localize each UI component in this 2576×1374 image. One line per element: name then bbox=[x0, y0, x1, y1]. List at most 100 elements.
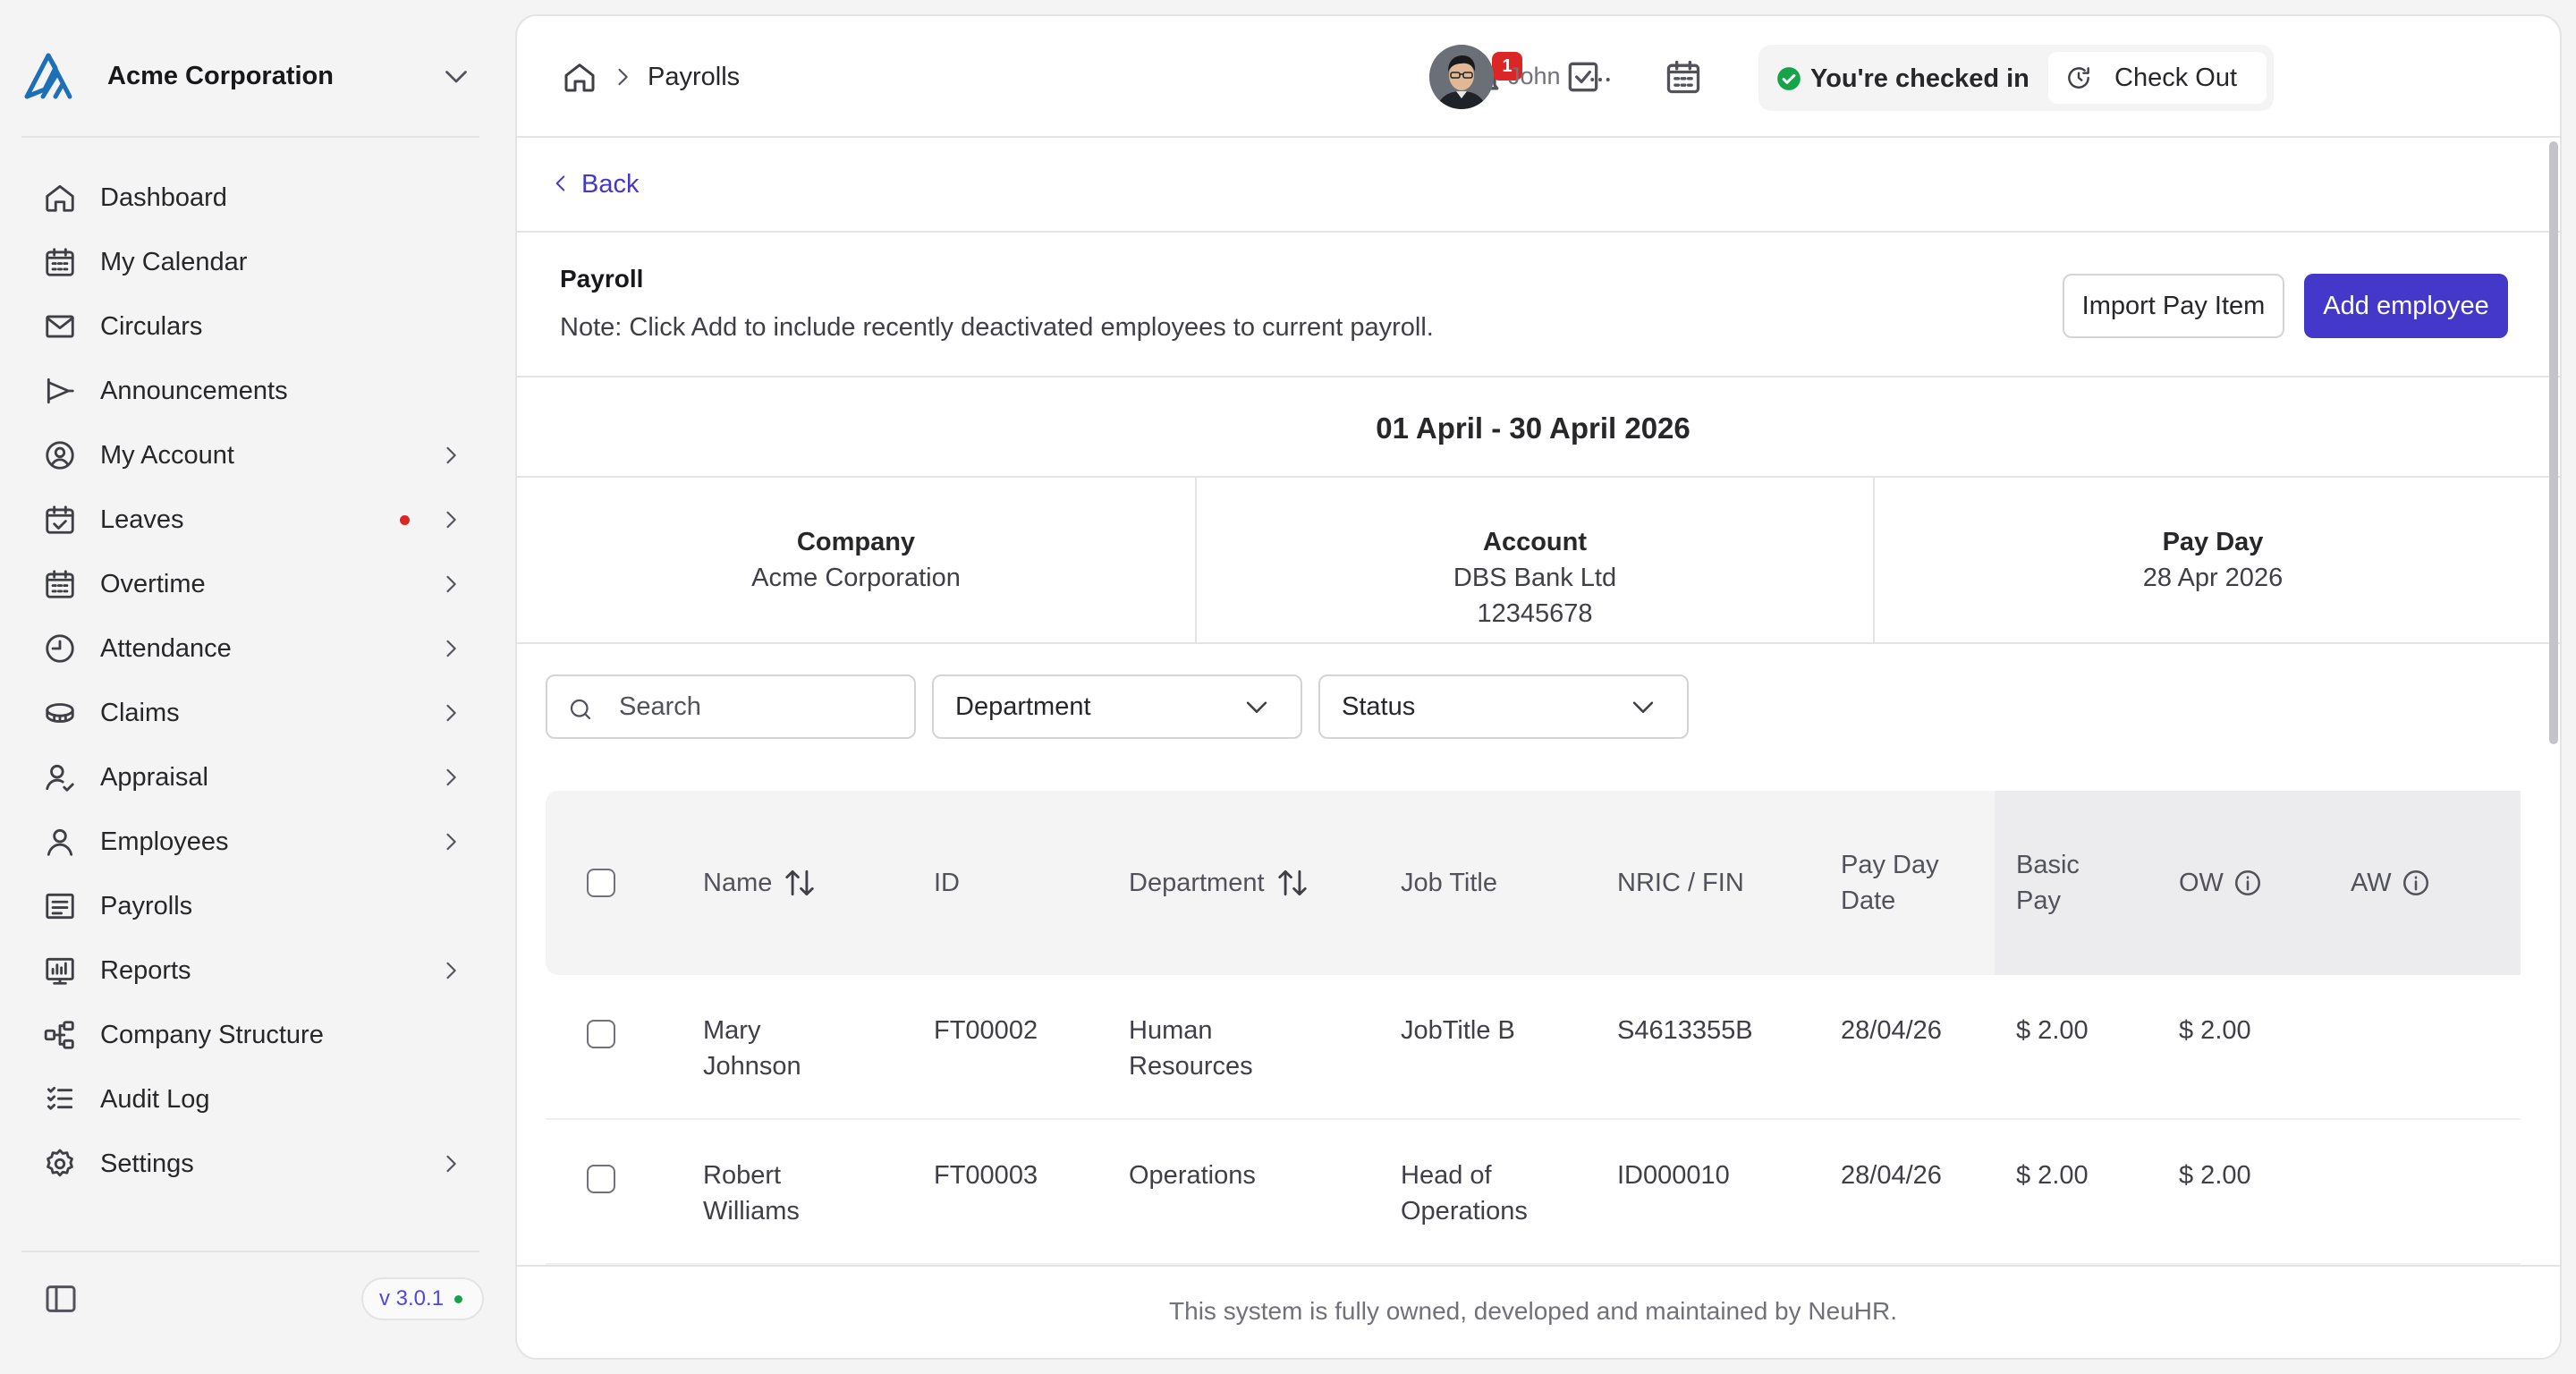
sort-icon bbox=[1277, 869, 1307, 896]
chevron-right-icon bbox=[618, 68, 628, 86]
cell-job-title: Head of Operations bbox=[1401, 1158, 1528, 1229]
sidebar-item-claims[interactable]: Claims bbox=[21, 681, 479, 745]
row-checkbox[interactable] bbox=[587, 1020, 615, 1048]
receipt-icon bbox=[46, 893, 74, 920]
import-pay-item-button[interactable]: Import Pay Item bbox=[2063, 274, 2284, 338]
topbar: Payrolls 1 You're checked in Check Out J… bbox=[517, 16, 2560, 138]
sidebar-item-circulars[interactable]: Circulars bbox=[21, 294, 479, 359]
checkin-status: You're checked in Check Out bbox=[1758, 45, 2274, 111]
version-badge: v 3.0.1 bbox=[361, 1277, 485, 1320]
sidebar-item-audit-log[interactable]: Audit Log bbox=[21, 1067, 479, 1132]
sidebar-item-leaves[interactable]: Leaves bbox=[21, 488, 479, 552]
header-ow: OW bbox=[2179, 865, 2263, 901]
header-department[interactable]: Department bbox=[1129, 865, 1309, 901]
payroll-period: 01 April - 30 April 2026 bbox=[517, 377, 2560, 478]
sidebar-item-label: Leaves bbox=[100, 505, 184, 534]
cell-nric: S4613355B bbox=[1617, 1016, 1753, 1045]
more-horizontal-icon[interactable] bbox=[1587, 66, 1614, 93]
account-number: 12345678 bbox=[1477, 599, 1593, 628]
sidebar-item-label: Employees bbox=[100, 827, 229, 856]
home-icon[interactable] bbox=[562, 59, 597, 95]
sort-icon bbox=[785, 869, 815, 896]
row-checkbox[interactable] bbox=[587, 1165, 615, 1193]
cell-name[interactable]: Robert Williams bbox=[703, 1158, 800, 1229]
cell-ow: $ 2.00 bbox=[2179, 1161, 2251, 1190]
sidebar-item-my-calendar[interactable]: My Calendar bbox=[21, 230, 479, 294]
header-job-title: Job Title bbox=[1401, 869, 1497, 897]
sidebar-item-label: Circulars bbox=[100, 311, 203, 341]
status-select[interactable]: Status bbox=[1318, 674, 1689, 739]
org-chart-icon bbox=[44, 1021, 74, 1049]
sidebar-item-employees[interactable]: Employees bbox=[21, 810, 479, 874]
cell-name-line1: Robert bbox=[703, 1161, 782, 1190]
cell-job-title-line2: Operations bbox=[1401, 1197, 1528, 1226]
chevron-down-icon bbox=[445, 71, 467, 83]
chevron-right-icon bbox=[446, 833, 456, 851]
sidebar-nav: Dashboard My Calendar Circulars Announce… bbox=[21, 165, 479, 1196]
sidebar-item-label: Appraisal bbox=[100, 762, 208, 792]
header-name[interactable]: Name bbox=[703, 865, 817, 901]
cell-name[interactable]: Mary Johnson bbox=[703, 1013, 801, 1084]
sidebar-toggle-icon[interactable] bbox=[43, 1281, 79, 1317]
user-check-icon bbox=[46, 764, 74, 792]
cell-department-line1: Human bbox=[1129, 1016, 1213, 1045]
sidebar-item-label: Announcements bbox=[100, 376, 288, 405]
acme-logo-icon bbox=[24, 53, 72, 99]
sidebar-item-company-structure[interactable]: Company Structure bbox=[21, 1003, 479, 1067]
payroll-header: Payroll Note: Click Add to include recen… bbox=[517, 233, 2560, 377]
check-circle-icon bbox=[1777, 67, 1801, 90]
avatar[interactable] bbox=[1429, 45, 1494, 109]
sidebar-item-announcements[interactable]: Announcements bbox=[21, 359, 479, 423]
chevron-right-icon bbox=[446, 446, 456, 464]
department-select[interactable]: Department bbox=[932, 674, 1302, 739]
cell-name-line1: Mary bbox=[703, 1016, 761, 1045]
calendar-icon[interactable] bbox=[1664, 57, 1703, 97]
chevron-right-icon bbox=[446, 768, 456, 786]
sidebar-item-label: Dashboard bbox=[100, 182, 227, 212]
sidebar-item-appraisal[interactable]: Appraisal bbox=[21, 745, 479, 810]
info-icon[interactable] bbox=[2401, 868, 2431, 898]
check-out-button[interactable]: Check Out bbox=[2048, 52, 2267, 104]
scrollbar-thumb[interactable] bbox=[2549, 141, 2558, 744]
sidebar-item-label: Reports bbox=[100, 955, 191, 985]
sidebar-item-attendance[interactable]: Attendance bbox=[21, 616, 479, 681]
sidebar-item-my-account[interactable]: My Account bbox=[21, 423, 479, 488]
add-employee-button[interactable]: Add employee bbox=[2304, 274, 2508, 338]
payroll-table: Name ID Department Job Title NRIC / FIN … bbox=[546, 791, 2521, 1277]
sidebar-item-settings[interactable]: Settings bbox=[21, 1132, 479, 1196]
chevron-right-icon bbox=[446, 962, 456, 980]
sidebar-item-dashboard[interactable]: Dashboard bbox=[21, 165, 479, 230]
cell-job-title-line1: Head of bbox=[1401, 1161, 1492, 1190]
payroll-title: Payroll bbox=[560, 265, 644, 293]
info-icon[interactable] bbox=[2233, 868, 2263, 898]
account-label: Account bbox=[1483, 528, 1587, 556]
header-aw-label: AW bbox=[2351, 869, 2392, 897]
megaphone-icon bbox=[47, 377, 74, 404]
sidebar-item-reports[interactable]: Reports bbox=[21, 938, 479, 1003]
sidebar: Acme Corporation Dashboard My Calendar C… bbox=[0, 0, 501, 1374]
company-label: Company bbox=[796, 528, 916, 556]
back-row: Back bbox=[517, 138, 2560, 233]
cell-id: FT00003 bbox=[934, 1161, 1038, 1190]
header-ow-label: OW bbox=[2179, 869, 2224, 897]
department-select-label: Department bbox=[955, 691, 1091, 721]
select-all-checkbox[interactable] bbox=[587, 869, 615, 897]
payday-label: Pay Day bbox=[2162, 528, 2264, 556]
version-label: v 3.0.1 bbox=[379, 1286, 445, 1310]
chevron-right-icon bbox=[446, 511, 456, 529]
cell-nric: ID000010 bbox=[1617, 1161, 1730, 1190]
breadcrumb-current: Payrolls bbox=[648, 63, 741, 91]
sidebar-item-label: My Calendar bbox=[100, 247, 248, 276]
check-out-label: Check Out bbox=[2114, 63, 2237, 92]
sidebar-item-overtime[interactable]: Overtime bbox=[21, 552, 479, 616]
header-basic-pay: Basic Pay bbox=[2016, 847, 2080, 919]
footer-text: This system is fully owned, developed an… bbox=[1169, 1297, 1897, 1325]
sidebar-item-payrolls[interactable]: Payrolls bbox=[21, 874, 479, 938]
payday-value: 28 Apr 2026 bbox=[2142, 564, 2284, 592]
back-link[interactable]: Back bbox=[581, 170, 639, 199]
search-input[interactable] bbox=[619, 676, 905, 737]
chevron-down-icon bbox=[1632, 701, 1654, 713]
company-switcher[interactable]: Acme Corporation bbox=[21, 43, 479, 109]
payroll-info: Company Acme Corporation Account DBS Ban… bbox=[517, 478, 2560, 644]
calendar-icon bbox=[46, 248, 74, 276]
